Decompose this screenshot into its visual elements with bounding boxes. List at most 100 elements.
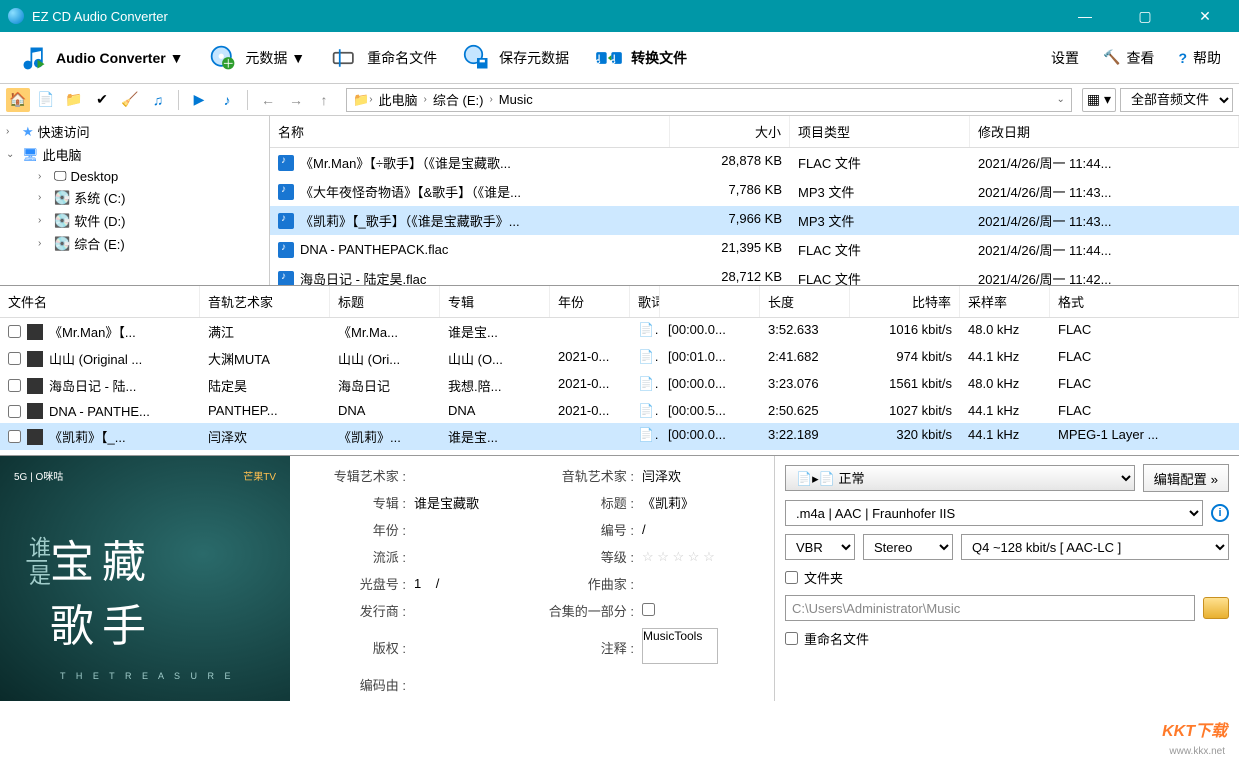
- value-album[interactable]: 谁是宝藏歌: [414, 493, 532, 512]
- track-row[interactable]: DNA - PANTHE...PANTHEP...DNADNA2021-0...…: [0, 399, 1239, 423]
- forward-icon[interactable]: →: [284, 88, 308, 112]
- track-list[interactable]: 文件名 音轨艺术家 标题 专辑 年份 歌词 长度 比特率 采样率 格式 《Mr.…: [0, 286, 1239, 456]
- col-size[interactable]: 大小: [670, 116, 790, 147]
- file-row[interactable]: 《Mr.Man》【÷歌手】（《谁是宝藏歌...28,878 KBFLAC 文件2…: [270, 148, 1239, 177]
- folder-checkbox-label[interactable]: 文件夹: [785, 568, 843, 587]
- back-icon[interactable]: ←: [256, 88, 280, 112]
- track-checkbox[interactable]: [8, 405, 21, 418]
- col-album[interactable]: 专辑: [440, 286, 550, 317]
- tree-this-pc[interactable]: ⌄ 🖥 此电脑: [0, 143, 269, 166]
- chevron-down-icon[interactable]: ⌄: [1056, 94, 1064, 105]
- col-length[interactable]: 长度: [760, 286, 850, 317]
- minimize-button[interactable]: —: [1067, 8, 1103, 25]
- rename-button[interactable]: 重命名文件: [321, 38, 445, 78]
- file-row[interactable]: 《大年夜怪奇物语》【&歌手】（《谁是...7,786 KBMP3 文件2021/…: [270, 177, 1239, 206]
- col-file[interactable]: 文件名: [0, 286, 200, 317]
- value-discno[interactable]: 1 /: [414, 576, 532, 591]
- file-list-header[interactable]: 名称 大小 项目类型 修改日期: [270, 116, 1239, 148]
- compilation-checkbox[interactable]: [642, 603, 655, 616]
- browse-folder-icon[interactable]: [1203, 597, 1229, 619]
- view-mode-icon[interactable]: ▦ ▾: [1082, 88, 1116, 112]
- track-checkbox[interactable]: [8, 430, 21, 443]
- rename-checkbox[interactable]: [785, 632, 798, 645]
- tag-icon[interactable]: ♫: [146, 88, 170, 112]
- home-icon[interactable]: 🏠: [6, 88, 30, 112]
- col-year[interactable]: 年份: [550, 286, 630, 317]
- col-offset[interactable]: [660, 286, 760, 317]
- folder-checkbox[interactable]: [785, 571, 798, 584]
- track-row[interactable]: 山山 (Original ...大渊MUTA山山 (Ori...山山 (O...…: [0, 345, 1239, 372]
- value-trackno[interactable]: /: [642, 522, 760, 537]
- file-filter-dropdown[interactable]: 全部音频文件: [1120, 88, 1233, 112]
- format-dropdown[interactable]: .m4a | AAC | Fraunhofer IIS: [785, 500, 1203, 526]
- stereo-dropdown[interactable]: Stereo: [863, 534, 953, 560]
- tree-drive-e[interactable]: ›💽 综合 (E:): [0, 232, 269, 255]
- col-format[interactable]: 格式: [1050, 286, 1239, 317]
- comment-textarea[interactable]: MusicTools: [642, 628, 718, 664]
- file-row[interactable]: 海岛日记 - 陆定昊.flac28,712 KBFLAC 文件2021/4/26…: [270, 264, 1239, 285]
- help-button[interactable]: ? 帮助: [1170, 44, 1229, 72]
- add-file-icon[interactable]: 📄: [34, 88, 58, 112]
- breadcrumb-pc[interactable]: 此电脑: [373, 90, 424, 109]
- quality-dropdown[interactable]: Q4 ~128 kbit/s [ AAC-LC ]: [961, 534, 1229, 560]
- disc-globe-icon: [207, 42, 239, 74]
- window-title: EZ CD Audio Converter: [32, 9, 1059, 24]
- track-row[interactable]: 海岛日记 - 陆...陆定昊海岛日记我想.陪...2021-0...📄[00:0…: [0, 372, 1239, 399]
- col-date[interactable]: 修改日期: [970, 116, 1239, 147]
- col-lyrics[interactable]: 歌词: [630, 286, 660, 317]
- file-row[interactable]: 《凯莉》【_歌手】（《谁是宝藏歌手》...7,966 KBMP3 文件2021/…: [270, 206, 1239, 235]
- expander-icon[interactable]: ⌄: [6, 149, 18, 160]
- view-button[interactable]: 🔨 查看: [1095, 44, 1162, 72]
- folder-tree[interactable]: › ★ 快速访问 ⌄ 🖥 此电脑 ›🖵 Desktop ›💽 系统 (C:) ›…: [0, 116, 270, 285]
- maximize-button[interactable]: ▢: [1127, 8, 1163, 25]
- col-samplerate[interactable]: 采样率: [960, 286, 1050, 317]
- col-artist[interactable]: 音轨艺术家: [200, 286, 330, 317]
- col-bitrate[interactable]: 比特率: [850, 286, 960, 317]
- breadcrumb-folder[interactable]: Music: [493, 92, 539, 107]
- rename-checkbox-label[interactable]: 重命名文件: [785, 629, 869, 648]
- add-folder-icon[interactable]: 📁: [62, 88, 86, 112]
- track-row[interactable]: 《凯莉》【_...闫泽欢《凯莉》...谁是宝...📄[00:00.0...3:2…: [0, 423, 1239, 450]
- save-metadata-button[interactable]: 保存元数据: [453, 38, 577, 78]
- metadata-button[interactable]: 元数据 ▼: [199, 38, 313, 78]
- clear-icon[interactable]: 🧹: [118, 88, 142, 112]
- track-checkbox[interactable]: [8, 352, 21, 365]
- label-publisher: 发行商: [304, 601, 414, 620]
- audio-converter-dropdown[interactable]: Audio Converter ▼: [10, 38, 191, 78]
- tree-quick-access[interactable]: › ★ 快速访问: [0, 120, 269, 143]
- track-row[interactable]: 《Mr.Man》【...满江《Mr.Ma...谁是宝...📄[00:00.0..…: [0, 318, 1239, 345]
- col-title[interactable]: 标题: [330, 286, 440, 317]
- tree-drive-c[interactable]: ›💽 系统 (C:): [0, 186, 269, 209]
- preset-dropdown[interactable]: 📄▸📄 正常: [785, 465, 1135, 491]
- track-checkbox[interactable]: [8, 379, 21, 392]
- lyrics-icon: 📄: [638, 427, 660, 442]
- file-icon: [278, 184, 294, 200]
- value-title[interactable]: 《凯莉》: [642, 493, 760, 512]
- rating-stars[interactable]: ☆ ☆ ☆ ☆ ☆: [642, 549, 760, 565]
- col-name[interactable]: 名称: [270, 116, 670, 147]
- convert-button[interactable]: 转换文件: [585, 38, 695, 78]
- breadcrumb[interactable]: 📁 › 此电脑 › 综合 (E:) › Music ⌄: [346, 88, 1072, 112]
- track-checkbox[interactable]: [8, 325, 21, 338]
- file-row[interactable]: DNA - PANTHEPACK.flac21,395 KBFLAC 文件202…: [270, 235, 1239, 264]
- track-list-header[interactable]: 文件名 音轨艺术家 标题 专辑 年份 歌词 长度 比特率 采样率 格式: [0, 286, 1239, 318]
- vbr-dropdown[interactable]: VBR: [785, 534, 855, 560]
- tree-desktop[interactable]: ›🖵 Desktop: [0, 166, 269, 186]
- breadcrumb-drive[interactable]: 综合 (E:): [427, 90, 490, 109]
- info-icon[interactable]: i: [1211, 504, 1229, 522]
- edit-config-button[interactable]: 编辑配置 »: [1143, 464, 1229, 492]
- play-icon[interactable]: ▶: [187, 88, 211, 112]
- value-track-artist[interactable]: 闫泽欢: [642, 466, 760, 485]
- file-list[interactable]: 名称 大小 项目类型 修改日期 《Mr.Man》【÷歌手】（《谁是宝藏歌...2…: [270, 116, 1239, 285]
- expander-icon[interactable]: ›: [6, 126, 18, 137]
- close-button[interactable]: ✕: [1187, 8, 1223, 25]
- output-folder-input[interactable]: [785, 595, 1195, 621]
- up-icon[interactable]: ↑: [312, 88, 336, 112]
- check-icon[interactable]: ✔: [90, 88, 114, 112]
- music-icon[interactable]: ♪: [215, 88, 239, 112]
- label-year: 年份: [304, 520, 414, 539]
- col-type[interactable]: 项目类型: [790, 116, 970, 147]
- track-thumb: [27, 324, 43, 340]
- tree-drive-d[interactable]: ›💽 软件 (D:): [0, 209, 269, 232]
- settings-button[interactable]: 设置: [1043, 44, 1087, 72]
